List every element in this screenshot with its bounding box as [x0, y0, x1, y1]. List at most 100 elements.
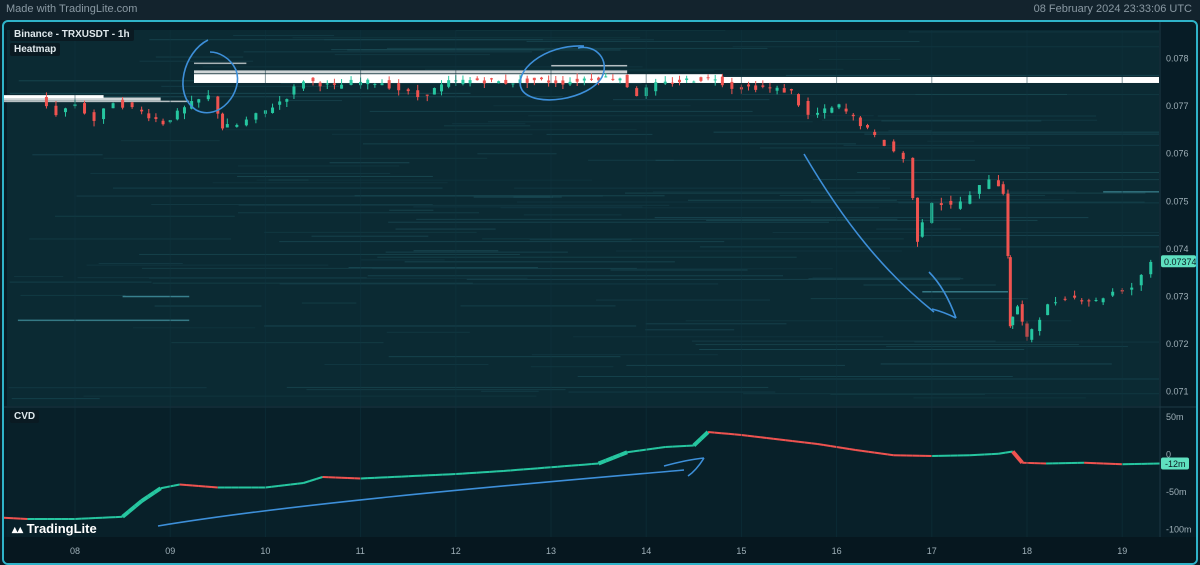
candle-body-111 [916, 197, 920, 242]
candle-body-13 [161, 120, 165, 125]
heatmap-band [361, 259, 445, 261]
cvd-segment-45 [284, 483, 291, 487]
candle-body-106 [873, 131, 877, 136]
cvd-segment-79 [510, 468, 518, 472]
heatmap-band [830, 394, 985, 396]
heatmap-band [237, 175, 433, 177]
cvd-segment-136 [887, 453, 894, 457]
heatmap-band [919, 234, 1159, 236]
heatmap-band [812, 277, 961, 279]
x-tick-9: 17 [927, 546, 937, 556]
heatmap-band [212, 182, 448, 184]
heatmap-band [477, 153, 557, 155]
chart-canvas[interactable]: 0.078 0.077 0.076 0.075 0.074 0.073 0.072 0.071… [4, 22, 1196, 563]
heatmap-band [286, 386, 769, 388]
candle-body-53 [475, 78, 479, 81]
cvd-background [7, 408, 1159, 537]
heatmap-band [306, 389, 566, 391]
heatmap-band [699, 246, 1159, 248]
current-price-label: 0.07374 [1164, 257, 1196, 267]
candle-body-134 [1080, 300, 1084, 302]
candle-body-89 [747, 84, 751, 87]
candle-body-87 [730, 81, 734, 89]
candle-body-34 [325, 83, 329, 85]
cvd-segment-119 [779, 438, 786, 442]
candle-body-39 [366, 79, 370, 85]
heatmap-band [577, 376, 1013, 378]
candle-body-130 [1046, 304, 1050, 316]
heatmap-level-2 [194, 70, 628, 74]
heatmap-band [531, 354, 718, 356]
heatmap-band [863, 284, 996, 286]
heatmap-level-4 [551, 64, 628, 67]
candle-body-52 [468, 80, 472, 84]
candle-body-124 [1011, 316, 1015, 326]
heatmap-level-0 [194, 76, 1159, 83]
heatmap-band [785, 74, 1159, 76]
cvd-segment-87 [564, 464, 572, 468]
cvd-segment-120 [785, 439, 793, 442]
heatmap-band [233, 35, 335, 37]
candle-body-141 [1139, 274, 1143, 286]
heatmap-band [908, 31, 1159, 33]
candle-body-32 [311, 77, 315, 82]
chart-frame: 0.078 0.077 0.076 0.075 0.074 0.073 0.072 0.071… [2, 20, 1198, 565]
heatmap-band [53, 96, 563, 98]
heatmap-band [141, 267, 637, 269]
candle-body-98 [816, 112, 820, 115]
candle-body-96 [797, 94, 801, 106]
candle-body-25 [254, 113, 258, 120]
candle-body-86 [720, 76, 724, 86]
heatmap-band [455, 30, 726, 32]
cvd-segment-86 [557, 465, 565, 468]
heatmap-band [424, 68, 844, 70]
candle-body-73 [618, 78, 622, 81]
cvd-segment-129 [842, 447, 850, 450]
candle-body-135 [1087, 300, 1091, 302]
candle-body-57 [504, 79, 508, 84]
heatmap-band [886, 345, 1128, 347]
heatmap-band [616, 250, 902, 252]
candle-body-112 [920, 222, 924, 237]
heatmap-band [772, 231, 1159, 233]
candle-body-62 [539, 77, 543, 80]
candle-body-75 [635, 88, 639, 97]
candle-body-11 [147, 113, 151, 119]
cvd-segment-46 [290, 482, 298, 486]
cvd-segment-109 [714, 431, 722, 435]
heatmap-band [386, 331, 470, 333]
candle-body-137 [1101, 298, 1105, 303]
cvd-segment-101 [658, 446, 666, 449]
heatmap-band [324, 364, 489, 366]
cvd-segment-83 [537, 466, 545, 470]
heatmap-band [927, 140, 975, 142]
candle-body-27 [271, 107, 275, 113]
candle-body-69 [589, 78, 593, 80]
candle-body-85 [713, 79, 717, 81]
cvd-segment-93 [605, 456, 614, 463]
candle-body-29 [285, 99, 289, 102]
candle-body-31 [301, 81, 305, 89]
x-tick-6: 14 [641, 546, 651, 556]
heatmap-band [86, 264, 329, 266]
heatmap-band [691, 340, 996, 342]
candle-body-35 [332, 83, 336, 85]
candle-body-84 [706, 77, 710, 79]
candle-body-110 [911, 157, 915, 199]
candle-body-23 [235, 124, 239, 127]
x-tick-11: 19 [1117, 546, 1127, 556]
heatmap-band [388, 221, 829, 223]
candle-body-2 [63, 108, 67, 113]
heatmap-band [395, 228, 496, 230]
candle-body-40 [373, 83, 377, 85]
cvd-segment-88 [571, 464, 579, 467]
candle-body-103 [851, 114, 855, 117]
cvd-segment-47 [297, 482, 304, 485]
heatmap-band [487, 121, 813, 123]
cvd-segment-99 [646, 447, 653, 451]
heatmap-band [256, 179, 593, 181]
heatmap-band [237, 212, 480, 214]
heatmap-band [292, 37, 641, 39]
candle-body-42 [387, 80, 391, 89]
heatmap-band [913, 397, 1086, 399]
